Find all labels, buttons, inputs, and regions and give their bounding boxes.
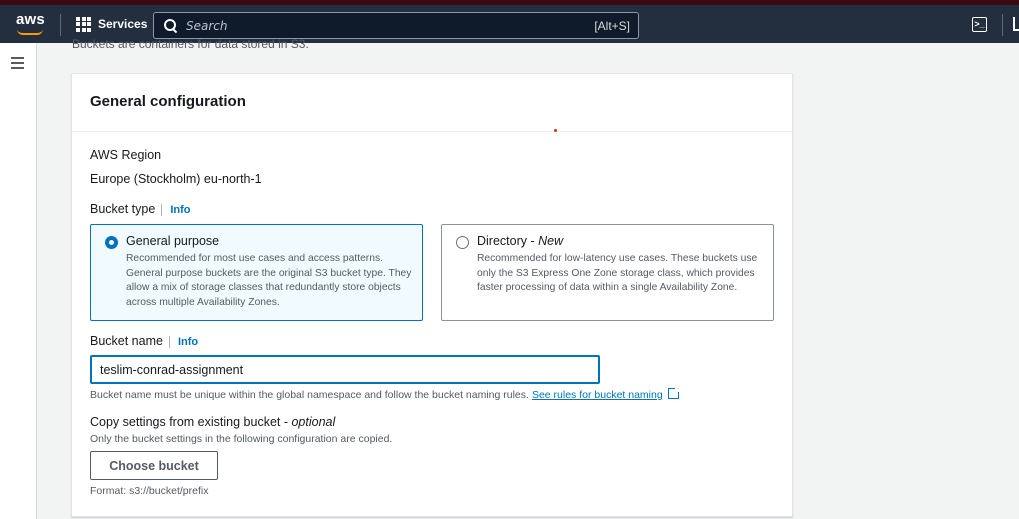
external-link-icon xyxy=(667,387,680,399)
format-hint: Format: s3://bucket/prefix xyxy=(90,485,209,497)
search-bar[interactable]: [Alt+S] xyxy=(153,12,639,39)
copy-settings-title: Copy settings from existing bucket - opt… xyxy=(90,415,336,429)
aws-region-value: Europe (Stockholm) eu-north-1 xyxy=(90,172,262,186)
copy-settings-description: Only the bucket settings in the followin… xyxy=(90,433,393,445)
services-label: Services xyxy=(98,17,148,31)
aws-logo-text: aws xyxy=(16,11,45,28)
optional-tag: optional xyxy=(291,415,336,429)
search-icon xyxy=(164,19,177,32)
general-configuration-panel: General configuration AWS Region Europe … xyxy=(71,73,793,517)
directory-new-tag: New xyxy=(538,234,564,248)
bucket-type-label: Bucket type Info xyxy=(90,202,191,216)
panel-title: General configuration xyxy=(90,93,246,110)
menu-icon[interactable] xyxy=(11,57,24,72)
nav-divider-right xyxy=(1002,14,1003,36)
bucket-name-label: Bucket name Info xyxy=(90,334,199,348)
notifications-icon[interactable] xyxy=(1013,17,1019,31)
aws-smile-icon xyxy=(17,29,43,35)
bucket-name-label-text: Bucket name xyxy=(90,334,163,348)
directory-radio[interactable] xyxy=(456,236,469,249)
search-input[interactable] xyxy=(177,18,595,33)
bucket-type-directory[interactable]: Directory - New Recommended for low-late… xyxy=(441,224,774,321)
services-menu-button[interactable]: Services xyxy=(76,11,147,37)
grid-icon xyxy=(76,16,91,32)
aws-logo[interactable]: aws xyxy=(16,11,45,35)
bucket-name-hint-text: Bucket name must be unique within the gl… xyxy=(90,389,529,401)
directory-description: Recommended for low-latency use cases. T… xyxy=(477,253,758,293)
bucket-name-input[interactable] xyxy=(90,355,600,384)
directory-title: Directory - New xyxy=(477,234,564,248)
page-description: Buckets are containers for data stored i… xyxy=(72,37,309,51)
panel-header: General configuration xyxy=(72,74,792,132)
cloudshell-icon[interactable]: >_ xyxy=(972,17,987,32)
general-purpose-radio[interactable] xyxy=(105,236,118,249)
search-shortcut: [Alt+S] xyxy=(594,18,630,33)
general-purpose-title: General purpose xyxy=(126,234,220,248)
bucket-type-info-link[interactable]: Info xyxy=(161,204,191,216)
bucket-type-label-text: Bucket type xyxy=(90,202,156,216)
bucket-name-hint: Bucket name must be unique within the gl… xyxy=(90,387,680,401)
left-rail xyxy=(0,43,37,519)
general-purpose-description: Recommended for most use cases and acces… xyxy=(126,253,412,308)
choose-bucket-button[interactable]: Choose bucket xyxy=(90,451,218,480)
bucket-naming-rules-link[interactable]: See rules for bucket naming xyxy=(532,389,663,401)
bucket-type-general-purpose[interactable]: General purpose Recommended for most use… xyxy=(90,224,423,321)
nav-divider xyxy=(60,14,61,36)
bucket-name-info-link[interactable]: Info xyxy=(168,336,199,348)
aws-region-label: AWS Region xyxy=(90,148,162,162)
status-dot xyxy=(554,129,557,132)
